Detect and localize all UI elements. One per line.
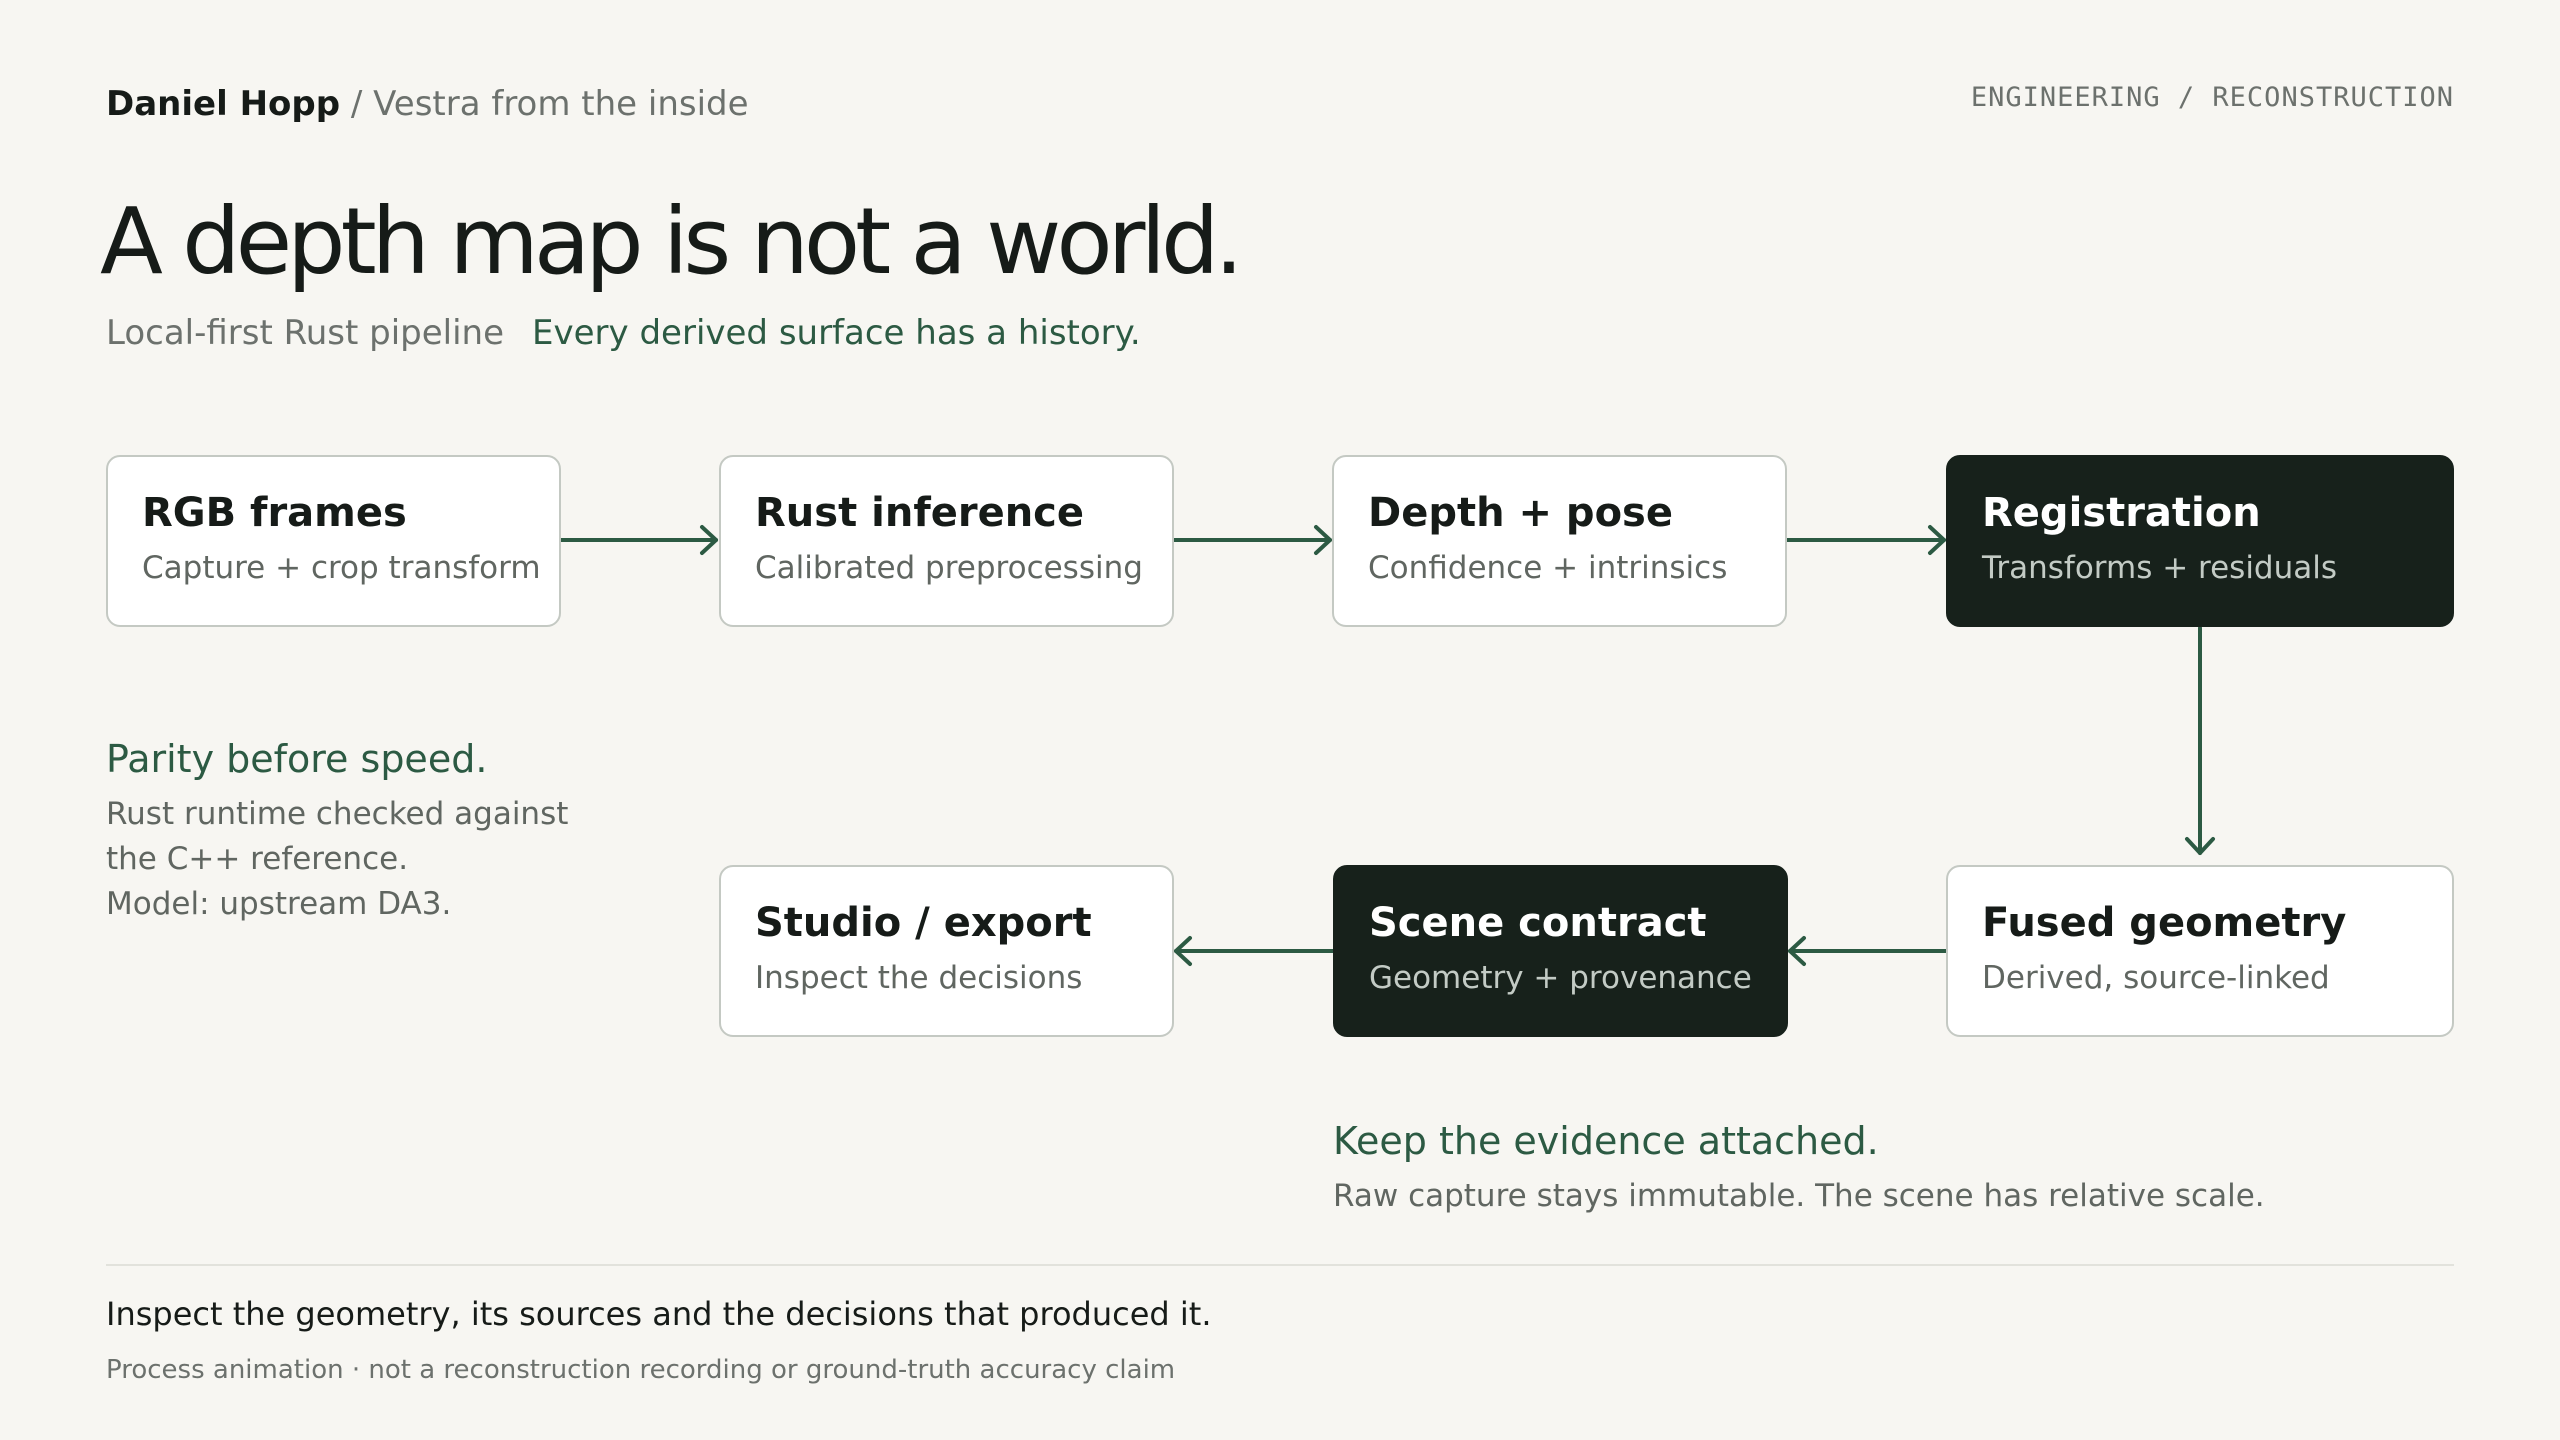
footer-divider — [106, 1264, 2454, 1266]
node-scene-contract: Scene contract Geometry + provenance — [1333, 865, 1788, 1037]
node-title: Studio / export — [755, 900, 1092, 946]
node-subtitle: Geometry + provenance — [1369, 960, 1752, 996]
node-registration: Registration Transforms + residuals — [1946, 455, 2454, 627]
series-title: Vestra from the inside — [373, 84, 749, 124]
node-title: Scene contract — [1369, 900, 1707, 946]
node-subtitle: Transforms + residuals — [1982, 550, 2338, 586]
note-parity-title: Parity before speed. — [106, 737, 488, 781]
note-line: the C++ reference. — [106, 841, 409, 877]
tagline: Local-first Rust pipeline Every derived s… — [106, 310, 1141, 356]
note-line: Rust runtime checked against — [106, 796, 569, 832]
note-evidence-title: Keep the evidence attached. — [1333, 1119, 1879, 1163]
footer-disclaimer: Process animation · not a reconstruction… — [106, 1355, 1176, 1385]
node-title: Fused geometry — [1982, 900, 2347, 946]
node-title: Depth + pose — [1368, 490, 1673, 536]
tagline-accent: Every derived surface has a history. — [532, 313, 1141, 353]
note-line: Model: upstream DA3. — [106, 886, 452, 922]
arrow-rust-inference-to-depth-pose — [1172, 525, 1332, 555]
arrow-registration-to-fused-geometry — [2185, 626, 2215, 855]
arrow-scene-contract-to-studio-export — [1174, 936, 1335, 966]
node-rust-inference: Rust inference Calibrated preprocessing — [719, 455, 1174, 627]
page-title: A depth map is not a world. — [100, 188, 1244, 295]
node-subtitle: Inspect the decisions — [755, 960, 1083, 996]
node-fused-geometry: Fused geometry Derived, source-linked — [1946, 865, 2454, 1037]
section-tag: ENGINEERING / RECONSTRUCTION — [1970, 82, 2454, 113]
note-parity-body: Rust runtime checked against the C++ ref… — [106, 792, 568, 927]
arrow-fused-geometry-to-scene-contract — [1788, 936, 1948, 966]
node-studio-export: Studio / export Inspect the decisions — [719, 865, 1174, 1037]
author-name: Daniel Hopp — [106, 84, 341, 124]
footer-statement: Inspect the geometry, its sources and th… — [106, 1295, 1212, 1333]
byline-separator: / — [340, 84, 374, 124]
node-depth-pose: Depth + pose Confidence + intrinsics — [1332, 455, 1787, 627]
node-rgb-frames: RGB frames Capture + crop transform — [106, 455, 561, 627]
node-subtitle: Capture + crop transform — [142, 550, 541, 586]
arrow-rgb-frames-to-rust-inference — [559, 525, 718, 555]
node-title: Registration — [1982, 490, 2261, 536]
node-title: RGB frames — [142, 490, 407, 536]
tagline-lead: Local-first Rust pipeline — [106, 313, 505, 353]
node-subtitle: Derived, source-linked — [1982, 960, 2330, 996]
byline: Daniel Hopp / Vestra from the inside — [106, 82, 749, 126]
node-subtitle: Confidence + intrinsics — [1368, 550, 1728, 586]
node-subtitle: Calibrated preprocessing — [755, 550, 1143, 586]
node-title: Rust inference — [755, 490, 1085, 536]
arrow-depth-pose-to-registration — [1785, 525, 1946, 555]
note-evidence-body: Raw capture stays immutable. The scene h… — [1333, 1178, 2265, 1214]
